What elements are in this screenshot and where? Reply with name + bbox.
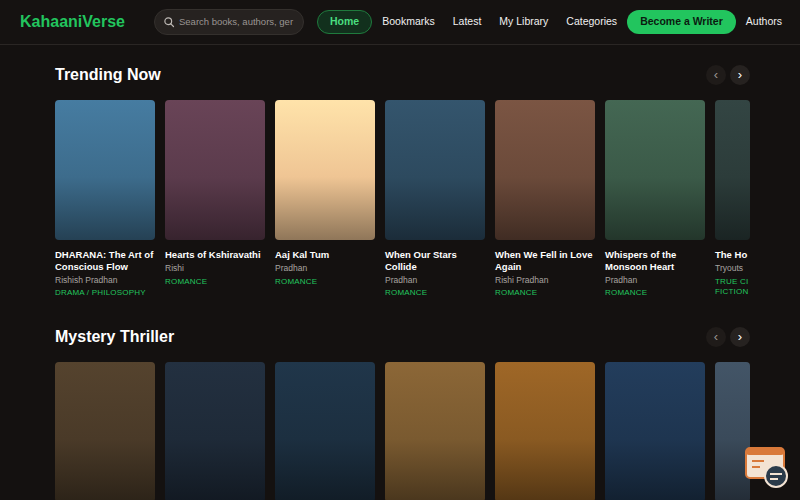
book-card[interactable]: Aaj Kal Tum Pradhan ROMANCE: [275, 100, 375, 287]
book-title[interactable]: Hearts of Kshiravathi: [165, 249, 265, 261]
book-cover[interactable]: [605, 362, 705, 500]
section-header: Trending Now ‹›: [55, 65, 750, 85]
page: KahaaniVerse HomeBookmarksLatestMy Librar…: [0, 0, 800, 500]
book-card[interactable]: Whispers of the Monsoon Heart Pradhan ROMA…: [605, 100, 705, 299]
book-genre: ROMANCE: [165, 277, 265, 287]
book-cover[interactable]: [275, 362, 375, 500]
book-author[interactable]: Pradhan: [605, 275, 705, 286]
nav-link[interactable]: My Library: [491, 10, 556, 34]
become-writer-button[interactable]: Become a Writer: [627, 10, 736, 34]
book-card[interactable]: [495, 362, 595, 500]
book-author[interactable]: Rishi: [165, 263, 265, 274]
book-card[interactable]: [605, 362, 705, 500]
nav-link[interactable]: Home: [317, 10, 372, 34]
book-card[interactable]: Hearts of Kshiravathi Rishi ROMANCE: [165, 100, 265, 287]
book-cover[interactable]: [165, 362, 265, 500]
book-row: DHARANA: The Art of Conscious Flow Rishis…: [55, 100, 750, 299]
book-genre: ROMANCE: [275, 277, 375, 287]
book-title[interactable]: When Our Stars Collide: [385, 249, 485, 273]
nav-menu: HomeBookmarksLatestMy LibraryCategoriesB…: [317, 10, 790, 34]
chat-icon: [744, 444, 790, 490]
section-header: Mystery Thriller ‹›: [55, 327, 750, 347]
nav-item: My Library: [491, 10, 556, 34]
nav-item: Latest: [445, 10, 490, 34]
book-author[interactable]: Tryouts: [715, 263, 750, 274]
nav-item: Authors: [738, 10, 790, 34]
book-author[interactable]: Pradhan: [275, 263, 375, 274]
book-card[interactable]: When We Fell in Love Again Rishi Pradhan R…: [495, 100, 595, 299]
book-card[interactable]: [55, 362, 155, 500]
carousel-controls: ‹›: [706, 327, 750, 347]
next-button[interactable]: ›: [730, 327, 750, 347]
book-cover[interactable]: [715, 362, 750, 500]
book-card[interactable]: The Ho Tryouts TRUE CI FICTION: [715, 100, 750, 297]
book-card[interactable]: [715, 362, 750, 500]
book-cover[interactable]: [385, 362, 485, 500]
book-cover[interactable]: [495, 362, 595, 500]
section-title: Mystery Thriller: [55, 327, 174, 347]
book-row: [55, 362, 750, 500]
prev-button[interactable]: ‹: [706, 65, 726, 85]
book-genre: DRAMA / PHILOSOPHY: [55, 288, 155, 298]
carousel-controls: ‹›: [706, 65, 750, 85]
brand-logo[interactable]: KahaaniVerse: [20, 10, 125, 34]
chat-widget[interactable]: [744, 444, 790, 490]
nav-link[interactable]: Categories: [558, 10, 625, 34]
book-genre: ROMANCE: [385, 288, 485, 298]
book-title[interactable]: Aaj Kal Tum: [275, 249, 375, 261]
section-title: Trending Now: [55, 65, 161, 85]
book-title[interactable]: DHARANA: The Art of Conscious Flow: [55, 249, 155, 273]
top-navbar: KahaaniVerse HomeBookmarksLatestMy Librar…: [0, 0, 800, 45]
book-title[interactable]: The Ho: [715, 249, 750, 261]
book-cover[interactable]: [605, 100, 705, 240]
book-card[interactable]: [385, 362, 485, 500]
search-box[interactable]: [154, 9, 304, 35]
nav-item: Home: [317, 10, 372, 34]
book-genre: ROMANCE: [605, 288, 705, 298]
book-genre: ROMANCE: [495, 288, 595, 298]
book-title[interactable]: When We Fell in Love Again: [495, 249, 595, 273]
nav-item: Become a Writer: [627, 10, 736, 34]
book-card[interactable]: [165, 362, 265, 500]
book-card[interactable]: DHARANA: The Art of Conscious Flow Rishis…: [55, 100, 155, 299]
book-card[interactable]: [275, 362, 375, 500]
next-button[interactable]: ›: [730, 65, 750, 85]
prev-button[interactable]: ‹: [706, 327, 726, 347]
book-cover[interactable]: [55, 362, 155, 500]
book-cover[interactable]: [275, 100, 375, 240]
book-section: Trending Now ‹› DHARANA: The Art of Consci…: [55, 45, 750, 299]
book-section: Mystery Thriller ‹›: [55, 327, 750, 500]
book-title[interactable]: Whispers of the Monsoon Heart: [605, 249, 705, 273]
book-author[interactable]: Rishi Pradhan: [495, 275, 595, 286]
nav-link[interactable]: Bookmarks: [374, 10, 443, 34]
book-cover[interactable]: [385, 100, 485, 240]
book-cover[interactable]: [165, 100, 265, 240]
nav-item: Categories: [558, 10, 625, 34]
book-cover[interactable]: [495, 100, 595, 240]
search-input[interactable]: [179, 15, 295, 29]
nav-link[interactable]: Latest: [445, 10, 490, 34]
book-author[interactable]: Pradhan: [385, 275, 485, 286]
nav-item: Bookmarks: [374, 10, 443, 34]
book-cover[interactable]: [55, 100, 155, 240]
book-genre: TRUE CI FICTION: [715, 277, 750, 298]
search-icon: [163, 16, 175, 28]
book-card[interactable]: When Our Stars Collide Pradhan ROMANCE: [385, 100, 485, 299]
book-author[interactable]: Rishish Pradhan: [55, 275, 155, 286]
book-cover[interactable]: [715, 100, 750, 240]
nav-link[interactable]: Authors: [738, 10, 790, 34]
